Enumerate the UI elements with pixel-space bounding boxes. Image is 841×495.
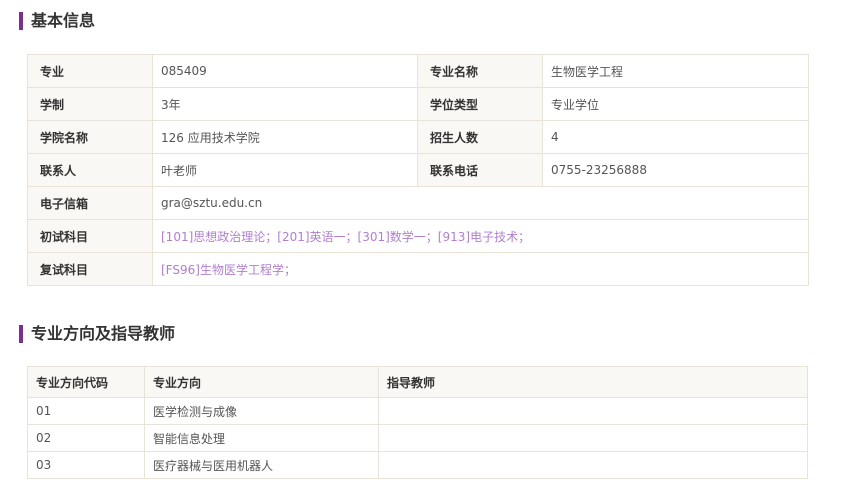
table-row: 专业 085409 专业名称 生物医学工程 — [27, 54, 809, 88]
direction-code: 03 — [27, 451, 145, 479]
table-row: 学院名称 126 应用技术学院 招生人数 4 — [27, 120, 809, 154]
major-name-label: 专业名称 — [417, 54, 543, 88]
direction-code: 02 — [27, 424, 145, 452]
advisor — [378, 424, 808, 452]
duration-value: 3年 — [152, 87, 418, 121]
contact-label: 联系人 — [27, 153, 153, 187]
table-row: 01 医学检测与成像 — [27, 397, 808, 425]
table-row: 复试科目 [FS96]生物医学工程学； — [27, 252, 809, 286]
college-value: 126 应用技术学院 — [152, 120, 418, 154]
table-row: 学制 3年 学位类型 专业学位 — [27, 87, 809, 121]
table-row: 初试科目 [101]思想政治理论；[201]英语一；[301]数学一；[913]… — [27, 219, 809, 253]
initial-exam-label: 初试科目 — [27, 219, 153, 253]
email-label: 电子信箱 — [27, 186, 153, 220]
degree-type-value: 专业学位 — [542, 87, 809, 121]
phone-value: 0755-23256888 — [542, 153, 809, 187]
major-label: 专业 — [27, 54, 153, 88]
table-row: 电子信箱 gra@sztu.edu.cn — [27, 186, 809, 220]
initial-exam-value[interactable]: [101]思想政治理论；[201]英语一；[301]数学一；[913]电子技术； — [152, 219, 809, 253]
advisor — [378, 397, 808, 425]
direction-name: 医学检测与成像 — [144, 397, 379, 425]
duration-label: 学制 — [27, 87, 153, 121]
major-value: 085409 — [152, 54, 418, 88]
direction-table: 专业方向代码 专业方向 指导教师 01 医学检测与成像 02 智能信息处理 03… — [27, 366, 808, 479]
degree-type-label: 学位类型 — [417, 87, 543, 121]
direction-code: 01 — [27, 397, 145, 425]
retest-value[interactable]: [FS96]生物医学工程学； — [152, 252, 809, 286]
table-row: 02 智能信息处理 — [27, 424, 808, 452]
direction-name: 智能信息处理 — [144, 424, 379, 452]
basic-info-title: 基本信息 — [19, 12, 95, 30]
table-header-row: 专业方向代码 专业方向 指导教师 — [27, 366, 808, 398]
table-row: 联系人 叶老师 联系电话 0755-23256888 — [27, 153, 809, 187]
advisor — [378, 451, 808, 479]
enroll-value: 4 — [542, 120, 809, 154]
retest-label: 复试科目 — [27, 252, 153, 286]
header-direction-name: 专业方向 — [144, 366, 379, 398]
major-name-value: 生物医学工程 — [542, 54, 809, 88]
email-value: gra@sztu.edu.cn — [152, 186, 809, 220]
college-label: 学院名称 — [27, 120, 153, 154]
header-advisor: 指导教师 — [378, 366, 808, 398]
basic-info-table: 专业 085409 专业名称 生物医学工程 学制 3年 学位类型 专业学位 学院… — [27, 54, 809, 286]
header-direction-code: 专业方向代码 — [27, 366, 145, 398]
table-row: 03 医疗器械与医用机器人 — [27, 451, 808, 479]
direction-name: 医疗器械与医用机器人 — [144, 451, 379, 479]
phone-label: 联系电话 — [417, 153, 543, 187]
contact-value: 叶老师 — [152, 153, 418, 187]
direction-title: 专业方向及指导教师 — [19, 325, 175, 343]
enroll-label: 招生人数 — [417, 120, 543, 154]
